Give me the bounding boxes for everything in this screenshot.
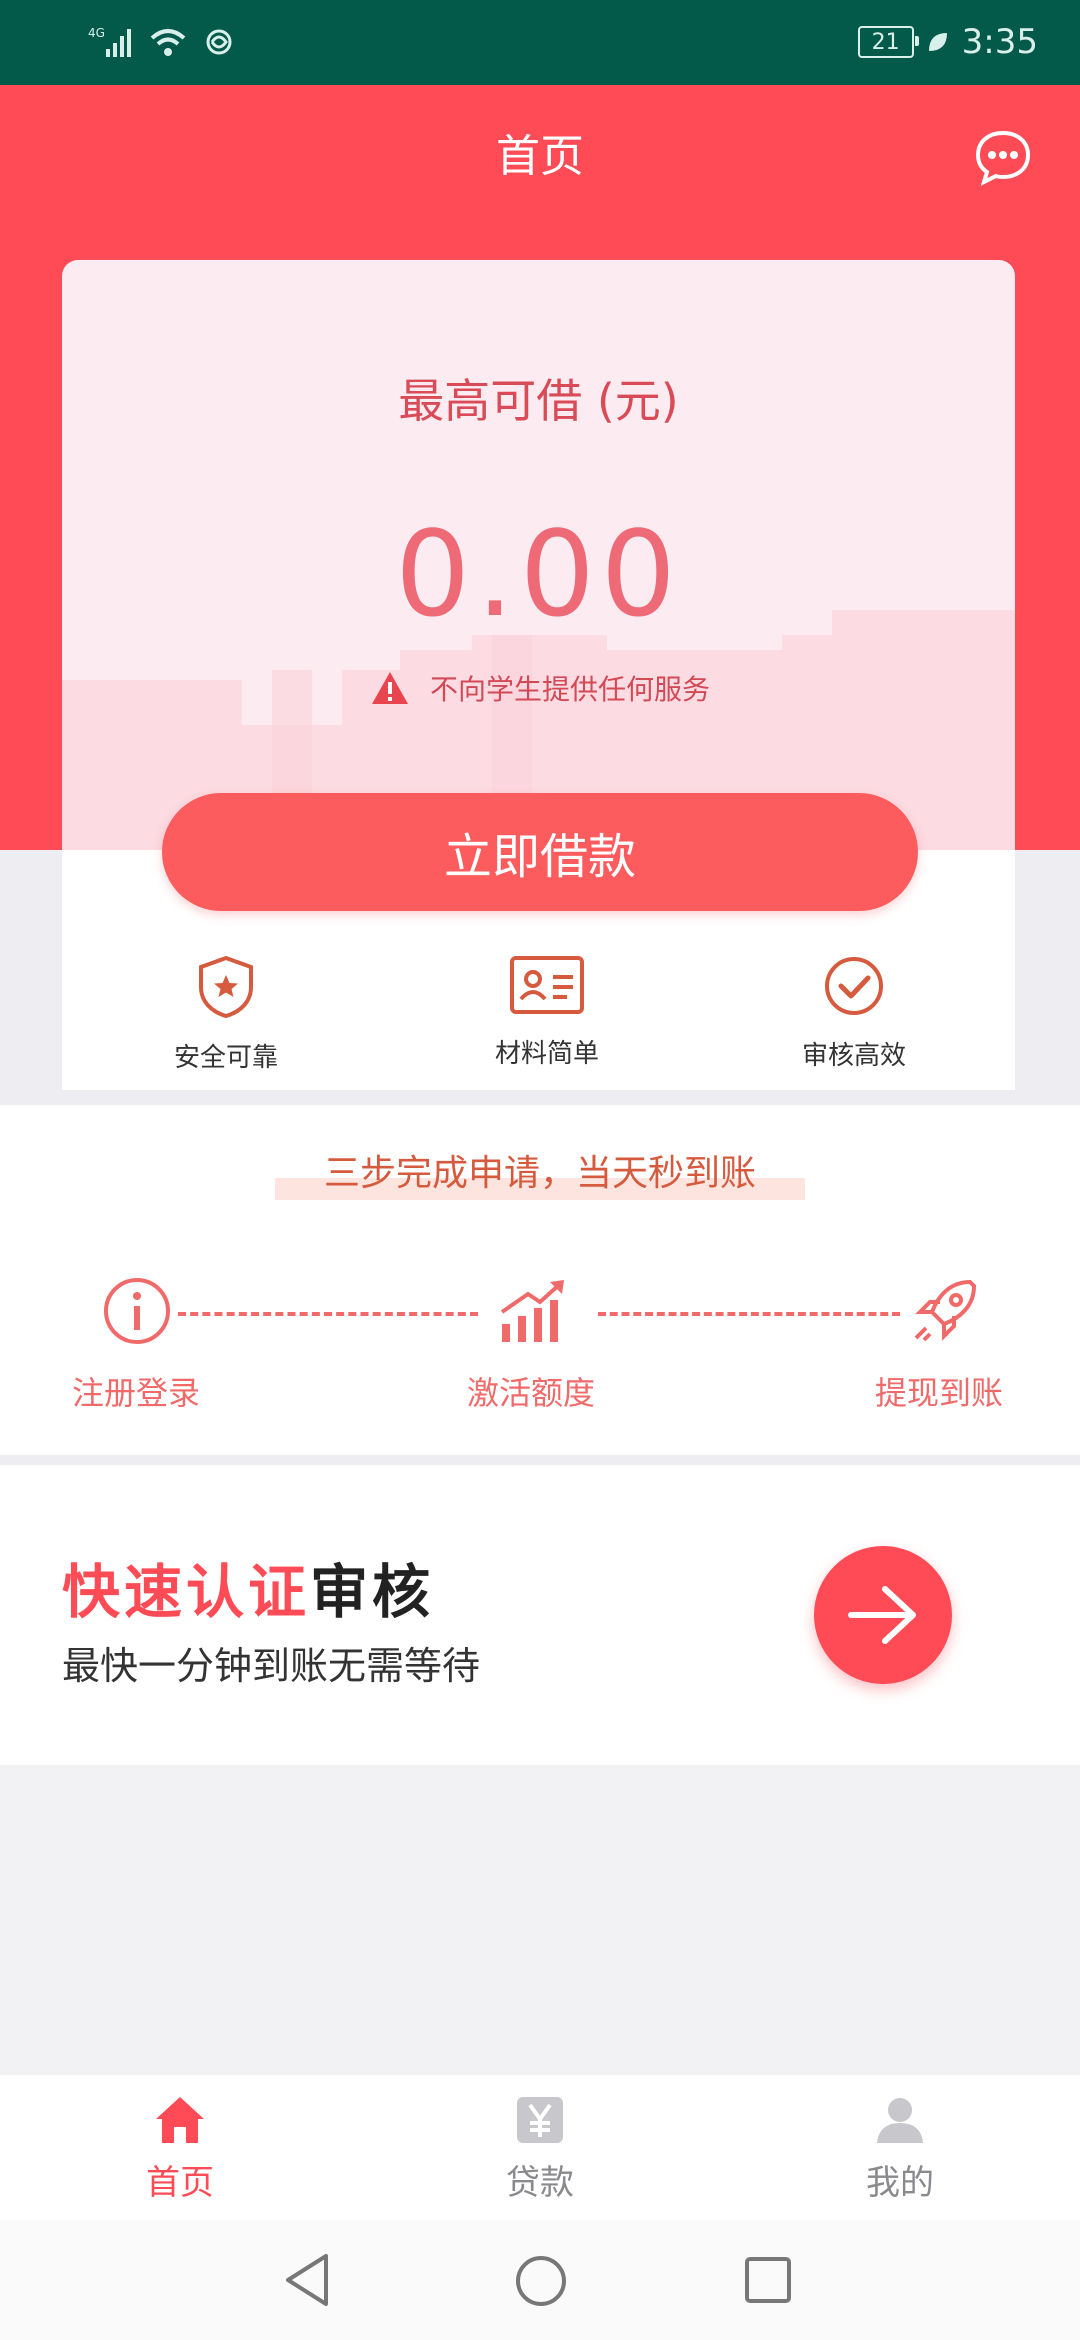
tab-mine[interactable]: 我的 xyxy=(800,2095,1000,2204)
tab-label: 贷款 xyxy=(506,2163,574,2203)
check-circle-icon xyxy=(825,957,883,1015)
status-left: 4G xyxy=(88,20,236,64)
clock: 3:35 xyxy=(961,22,1038,62)
network-label: 4G xyxy=(88,26,105,40)
yen-icon xyxy=(517,2097,563,2143)
feature-simple: 材料简单 xyxy=(447,955,647,1070)
home-circle-icon xyxy=(516,2256,566,2306)
shield-star-icon xyxy=(199,955,253,1019)
quick-auth-title: 快速认证审核 xyxy=(62,1545,434,1629)
step-connector-1 xyxy=(178,1312,478,1320)
info-icon xyxy=(104,1278,170,1344)
feature-label: 材料简单 xyxy=(494,1039,599,1069)
feature-label: 安全可靠 xyxy=(173,1043,278,1073)
quick-auth-subtitle: 最快一分钟到账无需等待 xyxy=(62,1644,481,1688)
arrow-right-icon xyxy=(848,1586,916,1644)
step-connector-2 xyxy=(598,1312,900,1320)
recents-square-icon xyxy=(745,2257,791,2303)
step-register-icon-wrap xyxy=(102,1276,172,1350)
id-card-icon xyxy=(510,956,584,1014)
tab-loan[interactable]: 贷款 xyxy=(440,2095,640,2204)
status-right: 21 3:35 xyxy=(857,20,1038,64)
message-icon xyxy=(975,130,1031,186)
user-icon xyxy=(877,2098,923,2143)
student-notice: 不向学生提供任何服务 xyxy=(370,668,710,708)
step-activate-label: 激活额度 xyxy=(467,1374,596,1412)
nav-home-button[interactable] xyxy=(514,2254,568,2312)
steps-slogan: 三步完成申请，当天秒到账 xyxy=(323,1153,756,1194)
page-title: 首页 xyxy=(496,131,584,182)
tab-label: 我的 xyxy=(866,2163,934,2203)
warning-icon xyxy=(372,672,408,704)
notice-text: 不向学生提供任何服务 xyxy=(430,673,711,706)
feature-label: 审核高效 xyxy=(801,1041,906,1071)
message-button[interactable] xyxy=(974,128,1032,186)
quick-auth-go-button[interactable] xyxy=(814,1546,952,1684)
quick-auth-title-highlight: 快速认证 xyxy=(62,1558,311,1626)
max-loan-label: 最高可借 (元) xyxy=(398,374,679,428)
back-triangle-icon xyxy=(286,2254,328,2306)
tab-label: 首页 xyxy=(146,2163,214,2203)
battery-indicator: 21 xyxy=(857,26,919,58)
feature-efficient: 审核高效 xyxy=(754,955,954,1072)
status-bar: 4G 21 3:35 xyxy=(0,0,1080,85)
step-withdraw-label: 提现到账 xyxy=(875,1374,1004,1412)
chart-up-icon xyxy=(500,1280,564,1342)
app-notification-icon xyxy=(206,29,232,55)
nav-recents-button[interactable] xyxy=(744,2256,792,2308)
signal-icon: 4G xyxy=(88,26,131,57)
home-icon xyxy=(156,2097,204,2143)
rocket-icon xyxy=(914,1279,977,1342)
quick-auth-title-rest: 审核 xyxy=(310,1558,435,1626)
borrow-now-button[interactable]: 立即借款 xyxy=(162,793,918,911)
feature-secure: 安全可靠 xyxy=(126,955,326,1074)
step-register-label: 注册登录 xyxy=(72,1374,201,1412)
wifi-icon xyxy=(150,29,186,56)
tab-home[interactable]: 首页 xyxy=(80,2095,280,2204)
step-withdraw-icon-wrap xyxy=(910,1276,980,1350)
leaf-icon xyxy=(928,33,947,51)
battery-level: 21 xyxy=(871,29,900,55)
step-activate-icon-wrap xyxy=(498,1276,568,1350)
max-loan-amount: 0.00 xyxy=(395,505,682,643)
nav-back-button[interactable] xyxy=(282,2252,332,2312)
empty-area xyxy=(0,1765,1080,2075)
